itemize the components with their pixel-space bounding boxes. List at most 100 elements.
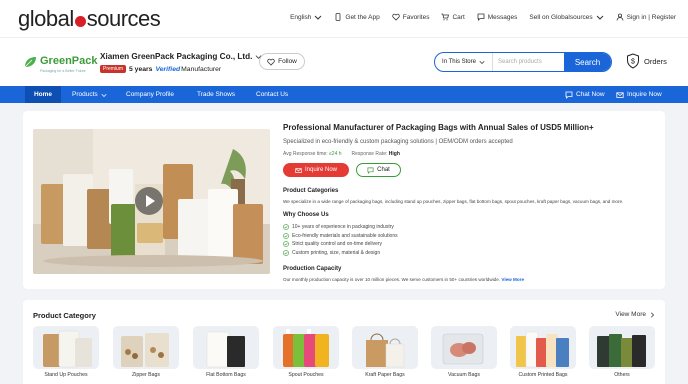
- check-circle-icon: [283, 232, 289, 239]
- top-header: global sources English Get the App Favori…: [0, 0, 688, 37]
- mail-icon: [616, 91, 624, 98]
- response-stats: Avg Response time: ≤24 h Response Rate: …: [283, 151, 400, 157]
- sign-in-link[interactable]: Sign in | Register: [616, 13, 676, 21]
- category-item-zipper-bags[interactable]: Zipper Bags: [113, 326, 179, 378]
- category-label: Stand Up Pouches: [44, 372, 88, 378]
- search-button[interactable]: Search: [564, 53, 611, 71]
- search-input[interactable]: Search products: [493, 53, 564, 71]
- check-circle-icon: [283, 224, 289, 231]
- nav-inquire-now[interactable]: Inquire Now: [616, 86, 662, 103]
- store-search: In This Store Search products Search: [434, 52, 612, 72]
- follow-button[interactable]: Follow: [259, 53, 305, 70]
- category-label: Zipper Bags: [132, 372, 160, 378]
- production-capacity-heading: Production Capacity: [283, 266, 342, 272]
- nav-company-profile[interactable]: Company Profile: [126, 86, 174, 103]
- category-image: [352, 326, 418, 369]
- nav-home[interactable]: Home: [25, 86, 61, 103]
- chat-button[interactable]: Chat: [356, 163, 401, 177]
- category-image: [33, 326, 99, 369]
- product-category-section: Product Category View More Stand Up Pouc…: [23, 300, 665, 384]
- orders-label: Orders: [644, 56, 667, 66]
- view-more-link[interactable]: View More: [501, 277, 524, 282]
- category-label: Others: [614, 372, 630, 378]
- cart-link[interactable]: Cart: [441, 13, 465, 21]
- orders-link[interactable]: $ Orders: [626, 53, 667, 69]
- product-categories-text: We specialize in a wide range of packagi…: [283, 199, 624, 204]
- supplier-meta: Premium 5 years Verified Manufacturer: [100, 65, 221, 73]
- message-icon: [477, 13, 485, 21]
- response-rate: Response Rate: High: [351, 151, 400, 157]
- category-item-vacuum-bags[interactable]: Vacuum Bags: [431, 326, 497, 378]
- verified-label: Verified: [155, 65, 181, 73]
- cart-icon: [441, 13, 450, 21]
- category-label: Custom Printed Bags: [518, 372, 568, 378]
- follow-label: Follow: [278, 58, 297, 65]
- leaf-icon: [24, 57, 36, 68]
- company-video[interactable]: [33, 129, 270, 274]
- category-item-others[interactable]: Others: [589, 326, 655, 378]
- category-image: [589, 326, 655, 369]
- category-view-more[interactable]: View More: [615, 311, 655, 318]
- mail-icon: [295, 167, 302, 173]
- store-nav: Home Products Company Profile Trade Show…: [0, 86, 688, 103]
- chat-icon: [565, 91, 573, 99]
- brand-name: GreenPack: [40, 55, 98, 67]
- messages-link[interactable]: Messages: [477, 13, 517, 21]
- globalsources-logo[interactable]: global sources: [18, 6, 161, 32]
- category-item-custom-printed-bags[interactable]: Custom Printed Bags: [510, 326, 576, 378]
- play-icon: [146, 195, 155, 207]
- list-item: Eco-friendly materials and sustainable s…: [283, 232, 398, 241]
- premium-badge: Premium: [100, 65, 127, 73]
- headline: Professional Manufacturer of Packaging B…: [283, 123, 594, 132]
- product-categories-heading: Product Categories: [283, 188, 339, 194]
- category-label: Flat Bottom Bags: [206, 372, 246, 378]
- user-icon: [616, 13, 624, 21]
- why-choose-list: 10+ years of experience in packaging ind…: [283, 223, 398, 257]
- category-image: [193, 326, 259, 369]
- brand-tagline: Packaging for a Better Future: [40, 69, 86, 73]
- response-time: Avg Response time: ≤24 h: [283, 151, 342, 157]
- list-item: Strict quality control and on-time deliv…: [283, 240, 398, 249]
- play-button[interactable]: [135, 187, 163, 215]
- category-item-kraft-paper-bags[interactable]: Kraft Paper Bags: [352, 326, 418, 378]
- chat-icon: [367, 167, 374, 174]
- search-scope-select[interactable]: In This Store: [435, 53, 493, 71]
- manufacturer-label: Manufacturer: [181, 65, 222, 73]
- chevron-down-icon: [479, 60, 485, 65]
- sell-link[interactable]: Sell on Globalsources: [529, 13, 603, 21]
- shield-dollar-icon: $: [627, 53, 639, 69]
- product-category-title: Product Category: [33, 311, 96, 320]
- category-label: Kraft Paper Bags: [365, 372, 405, 378]
- chevron-down-icon: [596, 15, 603, 20]
- favorites-link[interactable]: Favorites: [392, 13, 429, 21]
- heart-icon: [392, 13, 400, 21]
- category-label: Vacuum Bags: [448, 372, 480, 378]
- get-app-link[interactable]: Get the App: [334, 13, 380, 21]
- category-label: Spout Pouches: [288, 372, 324, 378]
- inquire-now-button[interactable]: Inquire Now: [283, 163, 349, 177]
- company-name[interactable]: Xiamen GreenPack Packaging Co., Ltd.: [100, 52, 262, 61]
- nav-chat-now[interactable]: Chat Now: [565, 86, 605, 103]
- category-image: [273, 326, 339, 369]
- heart-icon: [267, 58, 275, 66]
- category-image: [510, 326, 576, 369]
- category-item-spout-pouches[interactable]: Spout Pouches: [273, 326, 339, 378]
- check-circle-icon: [283, 241, 289, 248]
- chevron-down-icon: [315, 15, 322, 20]
- nav-products[interactable]: Products: [72, 86, 107, 103]
- why-choose-heading: Why Choose Us: [283, 212, 329, 218]
- category-image: [113, 326, 179, 369]
- list-item: Custom printing, size, material & design: [283, 249, 398, 258]
- nav-trade-shows[interactable]: Trade Shows: [197, 86, 235, 103]
- svg-text:$: $: [631, 59, 635, 66]
- category-item-flat-bottom-bags[interactable]: Flat Bottom Bags: [193, 326, 259, 378]
- nav-contact-us[interactable]: Contact Us: [256, 86, 288, 103]
- greenpack-logo[interactable]: GreenPack Packaging for a Better Future: [23, 51, 97, 73]
- top-nav: English Get the App Favorites Cart Messa…: [290, 13, 676, 21]
- language-selector[interactable]: English: [290, 13, 322, 21]
- check-circle-icon: [283, 250, 289, 256]
- category-item-stand-up-pouches[interactable]: Stand Up Pouches: [33, 326, 99, 378]
- chevron-down-icon: [101, 93, 107, 97]
- intro-card: Professional Manufacturer of Packaging B…: [23, 111, 665, 289]
- supplier-bar: GreenPack Packaging for a Better Future X…: [0, 37, 688, 86]
